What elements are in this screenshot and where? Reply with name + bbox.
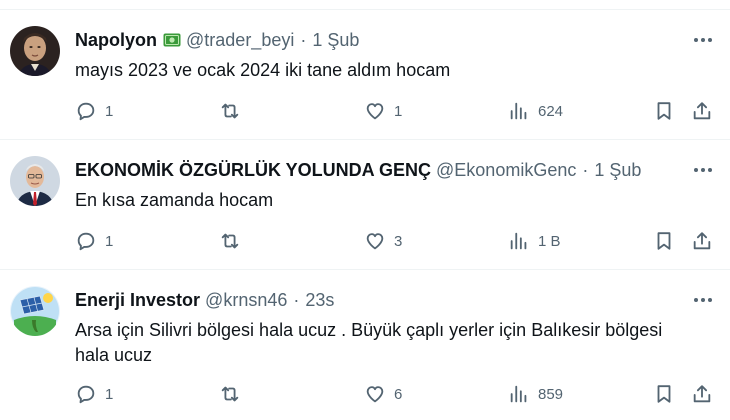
share-icon [693, 102, 711, 120]
more-options-icon[interactable] [690, 28, 716, 52]
bookmark-button[interactable] [653, 228, 675, 254]
bookmark-button[interactable] [653, 98, 675, 124]
author-name[interactable]: EKONOMİK ÖZGÜRLÜK YOLUNDA GENÇ [75, 160, 431, 181]
heart-icon [366, 103, 384, 120]
action-bar: 1 3 1 B [75, 228, 715, 254]
views-icon [510, 102, 527, 120]
bookmark-icon [657, 232, 671, 250]
views-icon [510, 232, 527, 250]
retweet-button[interactable] [219, 98, 241, 124]
share-icon [693, 232, 711, 250]
author-name[interactable]: Napolyon [75, 30, 157, 51]
share-icon [693, 385, 711, 403]
tweet-text: En kısa zamanda hocam [75, 190, 274, 210]
timestamp[interactable]: 23s [305, 290, 334, 311]
like-button[interactable]: 3 [364, 228, 402, 254]
reply-icon [77, 232, 95, 251]
reply-tweet[interactable]: EKONOMİK ÖZGÜRLÜK YOLUNDA GENÇ @Ekonomik… [0, 140, 730, 270]
like-count: 6 [394, 385, 403, 403]
like-button[interactable]: 1 [364, 98, 402, 124]
timestamp[interactable]: 1 Şub [312, 30, 359, 51]
retweet-icon [221, 233, 239, 249]
heart-icon [366, 233, 384, 250]
views-button[interactable]: 1 B [508, 228, 561, 254]
retweet-button[interactable] [219, 228, 241, 254]
view-count: 1 B [538, 232, 561, 250]
separator-dot: · [582, 159, 589, 180]
action-bar: 1 6 859 [75, 381, 715, 407]
share-button[interactable] [691, 381, 713, 407]
share-button[interactable] [691, 98, 713, 124]
view-count: 624 [538, 102, 564, 120]
reply-count: 1 [105, 385, 114, 403]
more-options-icon[interactable] [690, 288, 716, 312]
views-icon [510, 385, 527, 403]
tweet-text: mayıs 2023 ve ocak 2024 iki tane aldım h… [75, 60, 451, 80]
reply-button[interactable]: 1 [75, 381, 113, 407]
like-count: 3 [394, 232, 403, 250]
bookmark-icon [657, 385, 671, 403]
author-handle[interactable]: @trader_beyi [186, 30, 294, 51]
views-button[interactable]: 624 [508, 98, 563, 124]
reply-button[interactable]: 1 [75, 98, 113, 124]
retweet-icon [221, 103, 239, 119]
retweet-icon [221, 386, 239, 402]
separator-dot: · [300, 29, 307, 50]
bookmark-icon [657, 102, 671, 120]
reply-count: 1 [105, 232, 114, 250]
money-icon [163, 32, 181, 48]
tweet-text-line: Arsa için Silivri bölgesi hala ucuz . Bü… [75, 320, 663, 340]
reply-count: 1 [105, 102, 114, 120]
retweet-button[interactable] [219, 381, 241, 407]
like-button[interactable]: 6 [364, 381, 402, 407]
avatar[interactable] [10, 156, 60, 206]
author-handle[interactable]: @EkonomikGenc [436, 160, 576, 181]
author-handle[interactable]: @krnsn46 [205, 290, 287, 311]
bookmark-button[interactable] [653, 381, 675, 407]
reply-tweet[interactable]: Napolyon @trader_beyi · 1 Şub mayıs 2023… [0, 10, 730, 140]
share-button[interactable] [691, 228, 713, 254]
avatar[interactable] [10, 286, 60, 336]
avatar[interactable] [10, 26, 60, 76]
view-count: 859 [538, 385, 564, 403]
reply-icon [77, 102, 95, 121]
separator-dot: · [293, 289, 300, 310]
tweet-text-line: hala ucuz [75, 345, 153, 365]
more-options-icon[interactable] [690, 158, 716, 182]
author-name[interactable]: Enerji Investor [75, 290, 200, 311]
views-button[interactable]: 859 [508, 381, 563, 407]
heart-icon [366, 386, 384, 403]
reply-tweet[interactable]: Enerji Investor @krnsn46 · 23s Arsa için… [0, 270, 730, 420]
timestamp[interactable]: 1 Şub [594, 160, 641, 181]
action-bar: 1 1 624 [75, 98, 715, 124]
like-count: 1 [394, 102, 403, 120]
reply-button[interactable]: 1 [75, 228, 113, 254]
reply-icon [77, 385, 95, 404]
tweet-text: Arsa için Silivri bölgesi hala ucuz . Bü… [75, 318, 716, 368]
